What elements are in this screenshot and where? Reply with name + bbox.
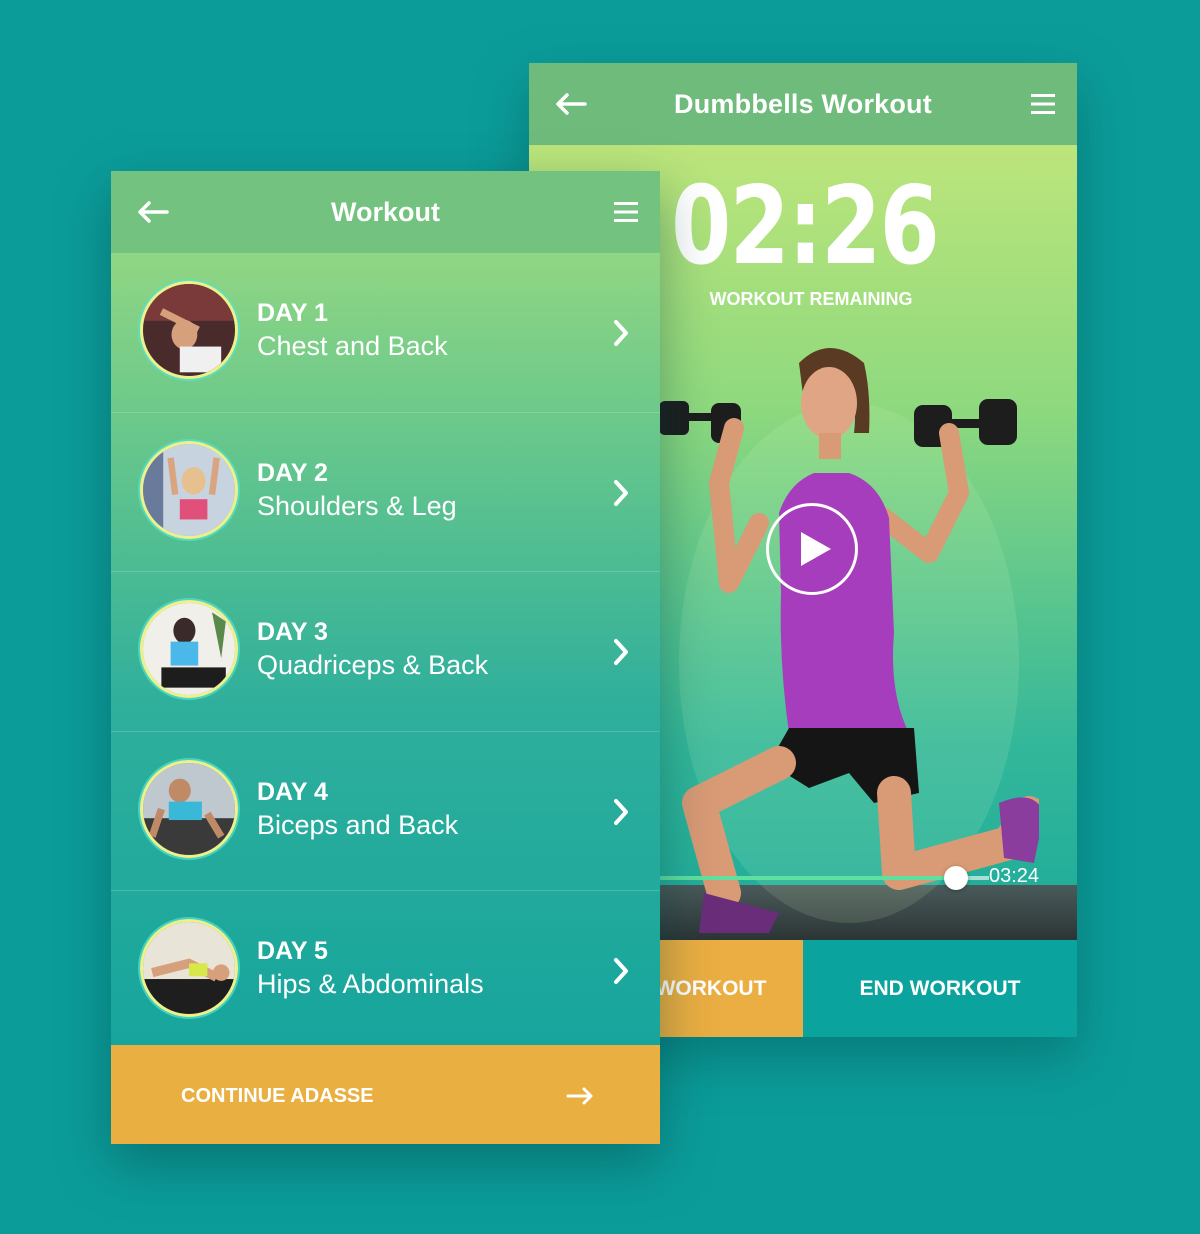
day-label: DAY 3: [257, 618, 328, 646]
day-label: DAY 1: [257, 299, 328, 327]
play-button[interactable]: [766, 503, 858, 595]
progress-fill: [659, 876, 956, 880]
hamburger-menu-icon[interactable]: [1029, 92, 1057, 116]
day-2-thumbnail: [140, 440, 238, 539]
workout-header: Workout: [111, 171, 660, 253]
workout-day-list: DAY 1 Chest and Back DAY 2 Shoulders & L…: [111, 253, 660, 1051]
hamburger-menu-icon[interactable]: [612, 200, 640, 224]
back-arrow-icon[interactable]: [137, 200, 169, 224]
day-1-thumbnail: [140, 281, 238, 379]
dumbbell-right: [914, 399, 1017, 447]
day-label: DAY 4: [257, 777, 328, 806]
day-4-thumbnail: [140, 759, 238, 858]
chevron-right-icon: [614, 320, 628, 346]
list-item-day-5[interactable]: DAY 5 Hips & Abdominals: [111, 891, 660, 1051]
day-label: DAY 2: [257, 458, 328, 487]
workout-list-screen: Workout DAY 1 Chest and Back DAY 2 Shoul…: [111, 171, 660, 1144]
day-workout-name: Hips & Abdominals: [257, 969, 484, 999]
list-item-day-2[interactable]: DAY 2 Shoulders & Leg: [111, 413, 660, 572]
arrow-right-icon: [566, 1087, 593, 1105]
day-workout-name: Shoulders & Leg: [257, 490, 457, 521]
day-workout-name: Quadriceps & Back: [257, 650, 489, 680]
chevron-right-icon: [614, 479, 628, 506]
day-5-thumbnail: [140, 919, 238, 1017]
continue-button[interactable]: CONTINUE ADASSE: [111, 1045, 660, 1144]
end-workout-button[interactable]: END WORKOUT: [803, 940, 1077, 1037]
page-title: Workout: [331, 196, 440, 227]
continue-label: CONTINUE ADASSE: [181, 1085, 374, 1107]
progress-knob[interactable]: [944, 866, 968, 890]
player-header: Dumbbells Workout: [529, 63, 1077, 145]
page-title: Dumbbells Workout: [674, 88, 932, 119]
chevron-right-icon: [614, 639, 628, 665]
video-progress-bar[interactable]: [659, 866, 989, 890]
back-arrow-icon[interactable]: [555, 92, 587, 116]
list-item-day-1[interactable]: DAY 1 Chest and Back: [111, 253, 660, 413]
play-icon: [801, 532, 831, 566]
day-3-thumbnail: [140, 600, 238, 698]
list-item-day-3[interactable]: DAY 3 Quadriceps & Back: [111, 572, 660, 732]
day-label: DAY 5: [257, 937, 328, 965]
total-duration: 03:24: [989, 865, 1040, 887]
chevron-right-icon: [614, 958, 628, 984]
day-workout-name: Chest and Back: [257, 331, 448, 361]
day-workout-name: Biceps and Back: [257, 809, 459, 840]
exercise-figure-image: [659, 348, 1039, 933]
chevron-right-icon: [614, 798, 628, 825]
list-item-day-4[interactable]: DAY 4 Biceps and Back: [111, 732, 660, 891]
